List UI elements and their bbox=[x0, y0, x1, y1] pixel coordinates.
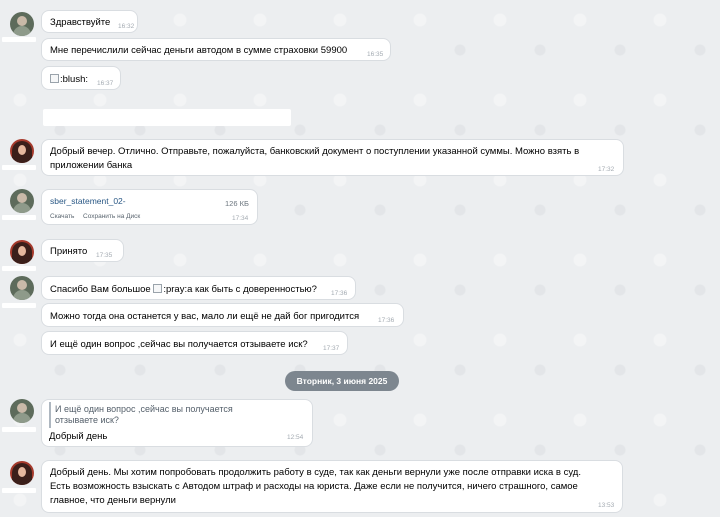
message-time: 17:36 bbox=[378, 317, 395, 324]
message-time: 17:35 bbox=[96, 252, 113, 259]
avatar-client[interactable] bbox=[10, 12, 34, 36]
message-time: 16:37 bbox=[97, 80, 114, 87]
message-text: главное, что деньги вернули bbox=[50, 495, 176, 506]
download-link[interactable]: Скачать bbox=[50, 210, 74, 223]
redacted-area bbox=[43, 109, 291, 126]
message-text: Добрый вечер. Отлично. Отправьте, пожалу… bbox=[50, 146, 580, 157]
redacted-name bbox=[2, 488, 36, 493]
redacted-name bbox=[2, 266, 36, 271]
reply-quote-text[interactable]: отзываете иск? bbox=[55, 415, 119, 426]
message-text: Добрый день bbox=[49, 431, 108, 442]
message-bubble[interactable]: Добрый день. Мы хотим попробовать продол… bbox=[41, 460, 623, 513]
message-text: И ещё один вопрос ,сейчас вы получается … bbox=[50, 339, 308, 350]
broken-image-icon bbox=[50, 74, 59, 83]
message-bubble[interactable]: Спасибо Вам большое :pray:а как быть с д… bbox=[41, 276, 356, 300]
avatar-client[interactable] bbox=[10, 399, 34, 423]
avatar-lawyer[interactable] bbox=[10, 139, 34, 163]
redacted-name bbox=[2, 427, 36, 432]
message-bubble[interactable]: Мне перечислили сейчас деньги автодом в … bbox=[41, 38, 391, 61]
redacted-name bbox=[2, 165, 36, 170]
avatar-client[interactable] bbox=[10, 189, 34, 213]
file-name-link[interactable]: sber_statement_02- bbox=[50, 195, 126, 208]
message-time: 17:37 bbox=[323, 345, 340, 352]
message-time: 16:32 bbox=[118, 23, 135, 30]
message-bubble[interactable]: Добрый вечер. Отлично. Отправьте, пожалу… bbox=[41, 139, 624, 176]
emoji-alt-text: :pray: bbox=[163, 284, 188, 295]
avatar-lawyer[interactable] bbox=[10, 240, 34, 264]
broken-image-icon bbox=[153, 284, 163, 293]
message-bubble[interactable]: Можно тогда она останется у вас, мало ли… bbox=[41, 303, 404, 327]
avatar-lawyer[interactable] bbox=[10, 461, 34, 485]
message-time: 17:32 bbox=[598, 166, 615, 173]
message-text: приложении банка bbox=[50, 160, 133, 171]
message-text: Есть возможность взыскать с Автодом штра… bbox=[50, 481, 578, 492]
reply-quote-bar bbox=[49, 402, 51, 428]
save-to-disk-link[interactable]: Сохранить на Диск bbox=[83, 210, 140, 223]
redacted-name bbox=[2, 303, 36, 308]
message-text: Мне перечислили сейчас деньги автодом в … bbox=[50, 45, 348, 56]
message-time: 16:35 bbox=[367, 51, 384, 58]
emoji-alt-text: :blush: bbox=[60, 74, 88, 85]
message-text-part: а как быть с доверенностью? bbox=[187, 284, 317, 295]
message-time: 12:54 bbox=[287, 434, 304, 441]
reply-quote-text[interactable]: И ещё один вопрос ,сейчас вы получается bbox=[55, 404, 233, 415]
file-attachment[interactable]: sber_statement_02- 126 КБ Скачать Сохран… bbox=[41, 189, 258, 225]
message-text: Принято bbox=[50, 246, 88, 257]
message-text: Спасибо Вам большое :pray:а как быть с д… bbox=[50, 283, 317, 296]
redacted-name bbox=[2, 37, 36, 42]
message-time: 13:53 bbox=[598, 502, 615, 509]
message-text: Здравствуйте bbox=[50, 17, 111, 28]
message-bubble[interactable]: :blush: 16:37 bbox=[41, 66, 121, 90]
avatar-client[interactable] bbox=[10, 276, 34, 300]
message-text-part: Спасибо Вам большое bbox=[50, 284, 154, 295]
message-text: Можно тогда она останется у вас, мало ли… bbox=[50, 311, 360, 322]
message-time: 17:34 bbox=[232, 215, 249, 222]
message-time: 17:36 bbox=[331, 290, 348, 297]
message-bubble[interactable]: И ещё один вопрос ,сейчас вы получается … bbox=[41, 331, 348, 355]
emoji-image: :blush: bbox=[50, 73, 88, 86]
message-bubble[interactable]: Принято 17:35 bbox=[41, 239, 124, 262]
file-size: 126 КБ bbox=[225, 199, 249, 208]
message-bubble[interactable]: Здравствуйте 16:32 bbox=[41, 10, 138, 33]
redacted-name bbox=[2, 215, 36, 220]
date-separator: Вторник, 3 июня 2025 bbox=[285, 371, 399, 391]
message-text: Добрый день. Мы хотим попробовать продол… bbox=[50, 467, 581, 478]
